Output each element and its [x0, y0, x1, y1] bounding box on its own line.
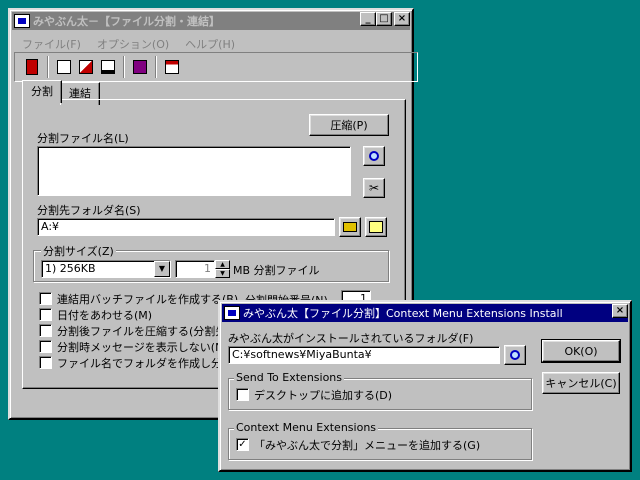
- toolbar-separator: [123, 56, 125, 78]
- chevron-down-icon[interactable]: ▼: [154, 261, 170, 277]
- save-icon: [101, 60, 115, 74]
- app-icon: [224, 306, 240, 320]
- copy-icon: [79, 60, 93, 74]
- dialog-titlebar[interactable]: みやぶん太【ファイル分割】Context Menu Extensions Ins…: [222, 304, 628, 322]
- window-icon: [165, 60, 179, 74]
- option-label: 日付をあわせる(M): [57, 309, 153, 322]
- option-label: 分割後ファイルを圧縮する(分割先が: [57, 325, 238, 338]
- book-icon: [133, 60, 147, 74]
- split-size-select[interactable]: 1) 256KB: [41, 260, 171, 278]
- menu-file[interactable]: ファイル(F): [14, 34, 89, 52]
- toolbar-separator: [47, 56, 49, 78]
- option-checkbox[interactable]: [39, 356, 52, 369]
- context-menu-label: 「みやぶん太で分割」メニューを追加する(G): [254, 439, 481, 452]
- install-folder-input[interactable]: C:¥softnews¥MiyaBunta¥: [228, 346, 500, 364]
- install-folder-label: みやぶん太がインストールされているフォルダ(F): [228, 332, 474, 345]
- app-icon: [14, 14, 30, 28]
- option-label: 分割時メッセージを表示しない(N): [57, 341, 228, 354]
- option-checkbox[interactable]: [39, 340, 52, 353]
- option-checkbox[interactable]: [39, 324, 52, 337]
- folder-icon: [343, 222, 357, 232]
- open-button[interactable]: [53, 56, 75, 78]
- toolbar-separator: [155, 56, 157, 78]
- cut-button[interactable]: ✂: [363, 178, 385, 198]
- toolbar: [14, 52, 418, 82]
- folder-browse-button[interactable]: [339, 217, 361, 237]
- browse-file-button[interactable]: [363, 146, 385, 166]
- menu-bar: ファイル(F) オプション(O) ヘルプ(H): [14, 34, 243, 52]
- split-file-label: 分割ファイル名(L): [37, 132, 129, 145]
- tab-split[interactable]: 分割: [22, 80, 62, 103]
- menu-options[interactable]: オプション(O): [89, 34, 177, 52]
- magnifier-icon: [510, 350, 520, 360]
- split-size-label: 分割サイズ(Z): [41, 243, 116, 259]
- main-titlebar[interactable]: みやぶん太－【ファイル分割・連結】: [12, 12, 410, 30]
- compress-button[interactable]: 圧縮(P): [309, 114, 389, 136]
- dest-folder-input[interactable]: A:¥: [37, 218, 335, 236]
- minimize-button[interactable]: _: [360, 12, 376, 26]
- magnifier-icon: [369, 151, 379, 161]
- pencil-icon: [369, 221, 383, 233]
- install-browse-button[interactable]: [504, 345, 526, 365]
- exit-button[interactable]: [21, 56, 43, 78]
- split-file-input[interactable]: [37, 146, 351, 196]
- desktop-checkbox[interactable]: [236, 388, 249, 401]
- option-checkbox[interactable]: [39, 308, 52, 321]
- ok-button[interactable]: OK(O): [541, 339, 621, 363]
- maximize-button[interactable]: □: [376, 12, 392, 26]
- folder-edit-button[interactable]: [365, 217, 387, 237]
- dialog-caption-buttons: ×: [612, 304, 628, 318]
- scissors-icon: ✂: [368, 181, 380, 195]
- save-button[interactable]: [97, 56, 119, 78]
- menu-help[interactable]: ヘルプ(H): [177, 34, 243, 52]
- copy-button[interactable]: [75, 56, 97, 78]
- send-to-group-label: Send To Extensions: [234, 371, 345, 384]
- window-button[interactable]: [161, 56, 183, 78]
- desktop-label: デスクトップに追加する(D): [254, 389, 393, 402]
- dest-folder-label: 分割先フォルダ名(S): [37, 204, 141, 217]
- dialog-close-button[interactable]: ×: [612, 304, 628, 318]
- count-input[interactable]: 1: [175, 260, 215, 278]
- open-icon: [57, 60, 71, 74]
- exit-icon: [26, 59, 38, 75]
- close-button[interactable]: ×: [394, 12, 410, 26]
- cancel-button[interactable]: キャンセル(C): [542, 372, 620, 394]
- book-button[interactable]: [129, 56, 151, 78]
- count-spinner[interactable]: ▲ ▼: [215, 260, 230, 278]
- install-dialog: みやぶん太【ファイル分割】Context Menu Extensions Ins…: [218, 300, 632, 472]
- context-menu-checkbox[interactable]: ✓: [236, 438, 249, 451]
- caption-buttons: _ □ ×: [360, 12, 410, 26]
- option-label: 連結用バッチファイルを作成する(B): [57, 293, 239, 306]
- dialog-title: みやぶん太【ファイル分割】Context Menu Extensions Ins…: [243, 307, 563, 320]
- main-window-title: みやぶん太－【ファイル分割・連結】: [33, 15, 220, 28]
- spin-up-icon[interactable]: ▲: [215, 260, 230, 269]
- context-menu-group-label: Context Menu Extensions: [234, 421, 379, 434]
- spin-down-icon[interactable]: ▼: [215, 269, 230, 278]
- option-checkbox[interactable]: [39, 292, 52, 305]
- count-unit-label: MB 分割ファイル: [233, 264, 320, 277]
